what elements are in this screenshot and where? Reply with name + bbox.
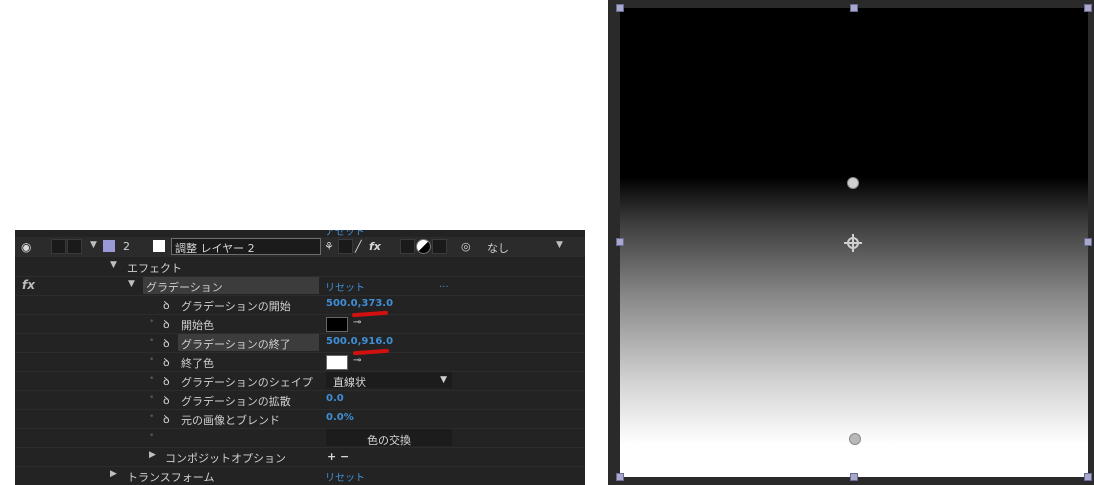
corner-handle[interactable] xyxy=(616,4,624,12)
eye-icon[interactable]: ◉ xyxy=(21,240,31,254)
label-color-swatch[interactable] xyxy=(103,240,115,252)
shape-dropdown[interactable]: 直線状 ▼ xyxy=(326,372,452,389)
layer-name: 調整 レイヤー 2 xyxy=(175,242,255,255)
gradient-start-point[interactable] xyxy=(847,177,859,189)
blend-value[interactable]: 0.0% xyxy=(326,412,354,423)
gradient-end-point[interactable] xyxy=(849,433,861,445)
timeline-panel: アセット ◉ ▼ 2 調整 レイヤー 2 ⚘ ╱ fx ◎ なし ▼ ▼ エフェ… xyxy=(15,230,585,485)
indent-dot: • xyxy=(149,393,155,403)
anchor-point-icon[interactable] xyxy=(844,234,862,252)
stopwatch-icon[interactable]: ꝺ xyxy=(163,412,170,427)
composite-options-label: コンポジットオプション xyxy=(165,452,286,465)
quality-icon[interactable]: ╱ xyxy=(355,240,362,253)
adjustment-layer-icon[interactable] xyxy=(416,239,431,254)
layer-type-icon xyxy=(153,240,165,252)
start-point-value[interactable]: 500.0,373.0 xyxy=(326,298,393,309)
chevron-down-icon: ▼ xyxy=(440,375,447,385)
stopwatch-icon[interactable]: ꝺ xyxy=(163,317,170,332)
layer-expand-icon[interactable]: ▼ xyxy=(90,240,97,250)
swap-colors-button[interactable]: 色の交換 xyxy=(326,429,452,447)
corner-handle[interactable] xyxy=(1084,473,1092,481)
indent-dot: • xyxy=(149,412,155,422)
swap-row: • 色の交換 xyxy=(15,428,585,448)
prop-row-end-point[interactable]: • ꝺ グラデーションの終了 500.0,916.0 xyxy=(15,333,585,353)
audio-toggle[interactable] xyxy=(51,239,66,254)
transform-row[interactable]: ▶ トランスフォーム リセット xyxy=(15,466,585,485)
indent-dot: • xyxy=(149,431,155,441)
effect-more-link[interactable]: ... xyxy=(439,279,449,290)
edge-handle[interactable] xyxy=(850,473,858,481)
transform-expand-icon[interactable]: ▶ xyxy=(110,469,117,479)
shy-icon[interactable]: ⚘ xyxy=(324,240,334,253)
motion-blur-switch[interactable] xyxy=(400,239,415,254)
effects-expand-icon[interactable]: ▼ xyxy=(110,260,117,270)
effects-group-row[interactable]: ▼ エフェクト xyxy=(15,257,585,277)
prop-label: グラデーションのシェイプ xyxy=(181,376,313,389)
prop-label: 終了色 xyxy=(181,357,214,370)
stopwatch-icon[interactable]: ꝺ xyxy=(163,355,170,370)
indent-dot: • xyxy=(149,355,155,365)
prop-label: グラデーションの開始 xyxy=(181,300,291,313)
prop-row-start-color[interactable]: • ꝺ 開始色 ⊸ xyxy=(15,314,585,334)
stopwatch-icon[interactable]: ꝺ xyxy=(163,393,170,408)
shape-dropdown-value: 直線状 xyxy=(333,376,366,389)
prop-label: 開始色 xyxy=(181,319,214,332)
edge-handle[interactable] xyxy=(616,238,624,246)
collapse-switch[interactable] xyxy=(338,239,353,254)
prop-row-start-point[interactable]: ꝺ グラデーションの開始 500.0,373.0 xyxy=(15,295,585,315)
corner-handle[interactable] xyxy=(616,473,624,481)
indent-dot: • xyxy=(149,317,155,327)
prop-label: グラデーションの終了 xyxy=(181,338,291,351)
3d-layer-switch[interactable] xyxy=(432,239,447,254)
swap-colors-label: 色の交換 xyxy=(367,434,411,447)
end-point-value[interactable]: 500.0,916.0 xyxy=(326,336,393,347)
effects-group-label: エフェクト xyxy=(127,262,182,275)
stopwatch-icon[interactable]: ꝺ xyxy=(163,298,170,313)
effect-expand-icon[interactable]: ▼ xyxy=(128,279,135,289)
effect-reset-link[interactable]: リセット xyxy=(325,279,365,294)
fx-switch-icon[interactable]: fx xyxy=(369,240,381,253)
transform-label: トランスフォーム xyxy=(127,471,215,484)
eyedropper-icon[interactable]: ⊸ xyxy=(353,355,361,366)
fx-icon[interactable]: fx xyxy=(22,278,35,292)
prop-row-shape[interactable]: • ꝺ グラデーションのシェイプ 直線状 ▼ xyxy=(15,371,585,391)
effect-name: グラデーション xyxy=(146,281,223,294)
transform-reset-link[interactable]: リセット xyxy=(325,469,365,484)
layer-number: 2 xyxy=(123,240,130,253)
eyedropper-icon[interactable]: ⊸ xyxy=(353,317,361,328)
composite-options-row[interactable]: ▶ コンポジットオプション + − xyxy=(15,447,585,467)
stopwatch-icon[interactable]: ꝺ xyxy=(163,374,170,389)
prop-row-end-color[interactable]: • ꝺ 終了色 ⊸ xyxy=(15,352,585,372)
prop-label: グラデーションの拡散 xyxy=(181,395,291,408)
edge-handle[interactable] xyxy=(1084,238,1092,246)
chevron-down-icon[interactable]: ▼ xyxy=(556,240,563,250)
end-color-swatch[interactable] xyxy=(326,355,348,370)
indent-dot: • xyxy=(149,374,155,384)
layer-row[interactable]: ◉ ▼ 2 調整 レイヤー 2 ⚘ ╱ fx ◎ なし ▼ xyxy=(15,237,585,257)
pickwhip-icon[interactable]: ◎ xyxy=(461,240,471,253)
add-remove-mask-buttons[interactable]: + − xyxy=(327,450,349,463)
prop-row-scatter[interactable]: • ꝺ グラデーションの拡散 0.0 xyxy=(15,390,585,410)
stopwatch-icon[interactable]: ꝺ xyxy=(163,336,170,351)
parent-value[interactable]: なし xyxy=(487,240,509,256)
composite-expand-icon[interactable]: ▶ xyxy=(149,450,156,460)
scatter-value[interactable]: 0.0 xyxy=(326,393,344,404)
prop-label: 元の画像とブレンド xyxy=(181,414,280,427)
edge-handle[interactable] xyxy=(850,4,858,12)
layer-name-field[interactable]: 調整 レイヤー 2 xyxy=(171,238,321,255)
solo-toggle[interactable] xyxy=(67,239,82,254)
prop-row-blend[interactable]: • ꝺ 元の画像とブレンド 0.0% xyxy=(15,409,585,429)
start-color-swatch[interactable] xyxy=(326,317,348,332)
indent-dot: • xyxy=(149,336,155,346)
effect-row[interactable]: fx ▼ グラデーション リセット ... xyxy=(15,276,585,296)
corner-handle[interactable] xyxy=(1084,4,1092,12)
